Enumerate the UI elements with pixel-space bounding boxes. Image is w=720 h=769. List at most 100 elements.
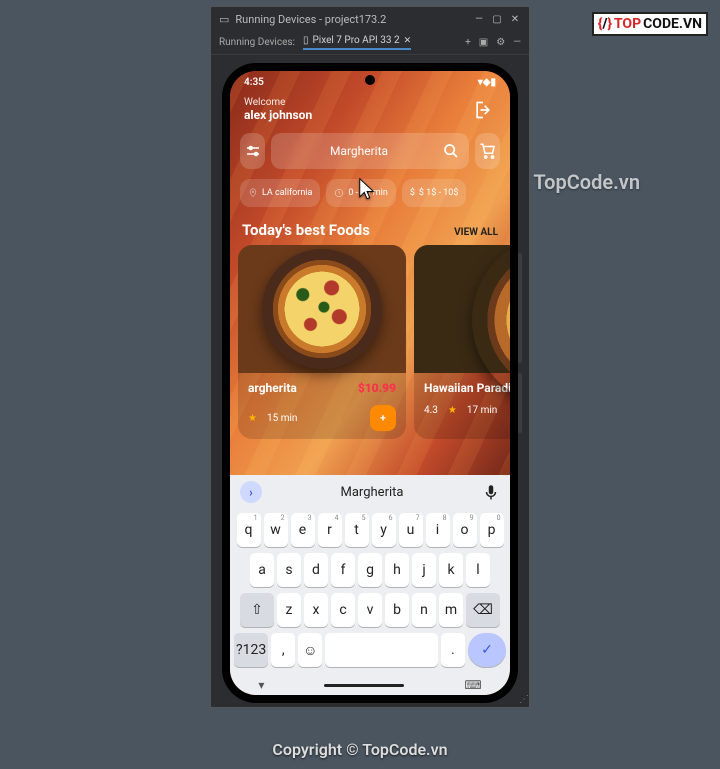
ide-device-tab[interactable]: ▯ Pixel 7 Pro API 33 2 ✕ (303, 35, 411, 50)
device-icon: ▯ (303, 35, 309, 46)
star-icon: ★ (448, 405, 457, 416)
key-h[interactable]: h (385, 553, 409, 587)
dollar-icon: $ (410, 188, 415, 198)
nav-down-icon[interactable]: ▾ (258, 678, 264, 692)
close-icon[interactable]: ✕ (509, 13, 521, 25)
key-k[interactable]: k (439, 553, 463, 587)
ide-tabbar: Running Devices: ▯ Pixel 7 Pro API 33 2 … (211, 31, 529, 55)
suggestion-text[interactable]: Margherita (270, 485, 474, 500)
key-z[interactable]: z (277, 593, 301, 627)
minimize-icon[interactable]: — (473, 13, 485, 25)
ide-titlebar[interactable]: ▭ Running Devices - project173.2 — ▢ ✕ (211, 7, 529, 31)
window-icon[interactable]: ▣ (479, 37, 488, 48)
gear-icon[interactable]: ⚙ (496, 37, 505, 48)
search-box[interactable] (271, 133, 469, 169)
food-name: argherita (248, 381, 297, 395)
watermark-footer: Copyright © TopCode.vn (272, 740, 447, 759)
key-o[interactable]: o9 (453, 513, 477, 547)
close-tab-icon[interactable]: ✕ (404, 36, 412, 46)
key-n[interactable]: n (412, 593, 436, 627)
food-card[interactable]: Hawaiian Paradise 4.3 ★ 17 min (414, 245, 510, 439)
add-tab-icon[interactable]: + (465, 37, 471, 48)
key-s[interactable]: s (277, 553, 301, 587)
ide-title-text: Running Devices - project173.2 (235, 13, 386, 26)
cart-icon (479, 142, 497, 160)
key-g[interactable]: g (358, 553, 382, 587)
resize-handle[interactable]: ⋰ (519, 694, 527, 705)
search-input[interactable] (281, 144, 437, 158)
welcome-label: Welcome (244, 97, 312, 108)
key-l[interactable]: l (466, 553, 490, 587)
key-t[interactable]: t5 (345, 513, 369, 547)
status-time: 4:35 (244, 77, 264, 88)
key-v[interactable]: v (358, 593, 382, 627)
key-c[interactable]: c (331, 593, 355, 627)
ide-window: ▭ Running Devices - project173.2 — ▢ ✕ R… (210, 6, 530, 708)
key-p[interactable]: p0 (480, 513, 504, 547)
watermark-logo: {/} TOPCODE.VN (592, 12, 708, 36)
minimize-panel-icon[interactable]: — (513, 37, 521, 48)
suggestion-bar: › Margherita (230, 475, 510, 509)
cart-button[interactable] (475, 133, 500, 169)
key-a[interactable]: a (250, 553, 274, 587)
watermark-text: TOP (614, 16, 641, 32)
key-emoji[interactable]: ☺ (298, 633, 322, 667)
chip-time[interactable]: 0 - 10 min (326, 179, 395, 207)
search-icon[interactable] (443, 143, 459, 159)
filter-button[interactable] (240, 133, 265, 169)
key-r[interactable]: r4 (318, 513, 342, 547)
mic-icon[interactable] (482, 483, 500, 501)
view-all-link[interactable]: VIEW ALL (454, 227, 498, 238)
expand-suggestions-button[interactable]: › (240, 481, 262, 503)
phone-screen: 4:35 ▾◆▮ Welcome alex johnson (230, 71, 510, 695)
key-backspace[interactable]: ⌫ (466, 593, 500, 627)
key-symbols[interactable]: ?123 (234, 633, 268, 667)
key-d[interactable]: d (304, 553, 328, 587)
key-shift[interactable]: ⇧ (240, 593, 274, 627)
maximize-icon[interactable]: ▢ (491, 13, 503, 25)
food-time: 15 min (267, 413, 297, 424)
food-card[interactable]: argherita $10.99 ★ 15 min + (238, 245, 406, 439)
food-rating: 4.3 (424, 405, 438, 416)
star-icon: ★ (248, 413, 257, 424)
add-button[interactable]: + (370, 405, 396, 431)
status-bar: 4:35 ▾◆▮ (230, 71, 510, 93)
watermark-mid: TopCode.vn (533, 170, 640, 194)
ide-app-icon: ▭ (219, 13, 229, 26)
logout-button[interactable] (470, 97, 496, 123)
food-time: 17 min (467, 405, 497, 416)
key-m[interactable]: m (439, 593, 463, 627)
key-space[interactable] (325, 633, 438, 667)
food-image (238, 245, 406, 373)
front-camera (365, 75, 375, 85)
phone-frame: 4:35 ▾◆▮ Welcome alex johnson (222, 63, 518, 703)
chip-location[interactable]: LA california (240, 179, 320, 207)
key-j[interactable]: j (412, 553, 436, 587)
key-i[interactable]: i8 (426, 513, 450, 547)
key-enter[interactable]: ✓ (468, 633, 506, 667)
logout-icon (473, 100, 493, 120)
section-title: Today's best Foods (242, 221, 370, 239)
key-period[interactable]: . (441, 633, 465, 667)
pin-icon (248, 188, 258, 198)
key-e[interactable]: e3 (291, 513, 315, 547)
key-q[interactable]: q1 (237, 513, 261, 547)
key-x[interactable]: x (304, 593, 328, 627)
clock-icon (334, 188, 344, 198)
key-y[interactable]: y6 (372, 513, 396, 547)
key-f[interactable]: f (331, 553, 355, 587)
food-price: $10.99 (358, 381, 396, 395)
key-u[interactable]: u7 (399, 513, 423, 547)
food-name: Hawaiian Paradise (424, 381, 510, 395)
chip-price[interactable]: $ $ 1$ - 10$ (402, 179, 467, 207)
food-image (414, 245, 510, 373)
keyboard-toggle-icon[interactable]: ⌨ (464, 678, 481, 692)
power-button[interactable] (518, 373, 522, 433)
volume-button[interactable] (518, 253, 522, 363)
username-label: alex johnson (244, 108, 312, 122)
key-comma[interactable]: , (271, 633, 295, 667)
nav-pill[interactable] (324, 684, 404, 687)
key-b[interactable]: b (385, 593, 409, 627)
sliders-icon (244, 142, 262, 160)
key-w[interactable]: w2 (264, 513, 288, 547)
